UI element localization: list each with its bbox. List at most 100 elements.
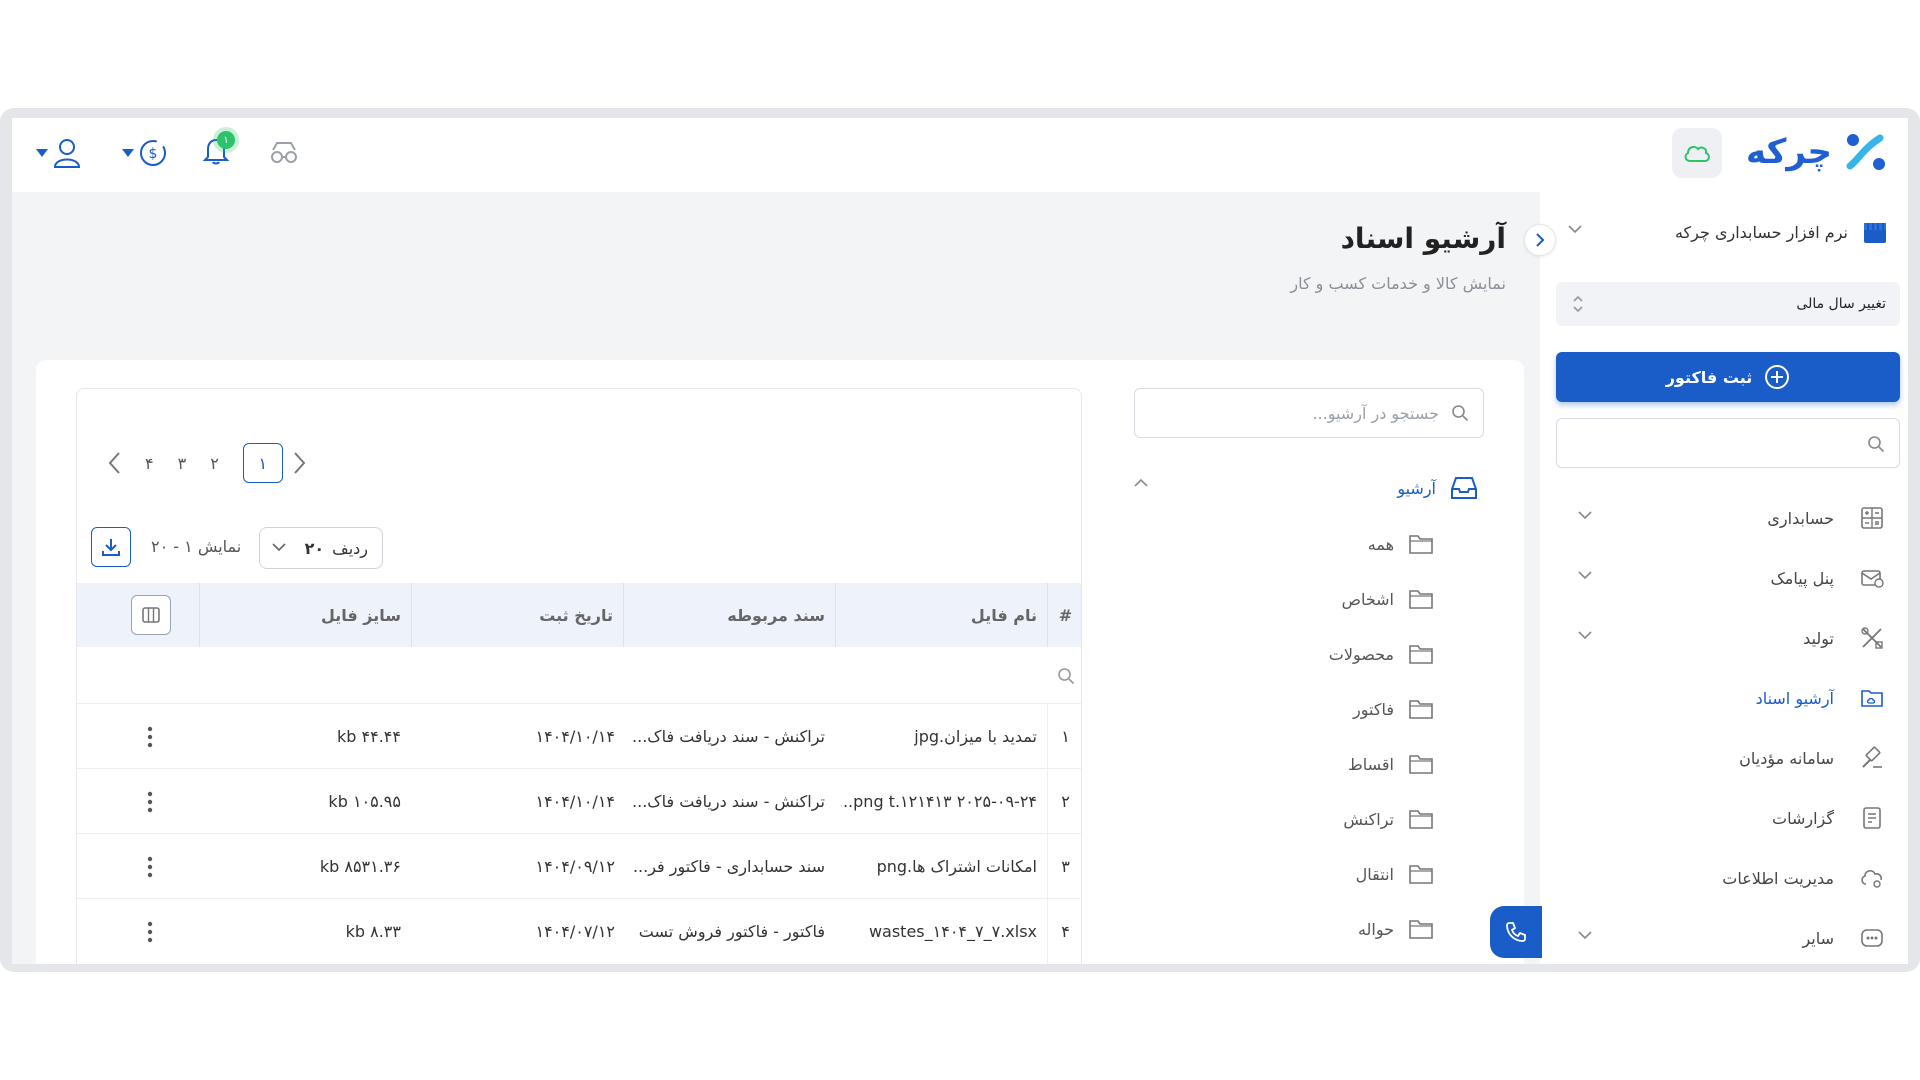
cell-file-name[interactable]: امکانات اشتراک ها.png: [841, 834, 1037, 899]
cell-file-name[interactable]: ۲۰۲۵-۰۹-۲۴ ۱۲۱۴۱۳.png t...: [841, 769, 1037, 834]
sidebar-item-data-management[interactable]: مدیریت اطلاعات: [1556, 848, 1900, 908]
sidebar: نرم افزار حسابداری چرکه تغییر سال مالی ث…: [1524, 192, 1908, 964]
folder-persons[interactable]: اشخاص: [1234, 579, 1434, 619]
header-file-size[interactable]: سایز فایل: [199, 583, 411, 647]
cell-file-size: ۴۴.۴۴ kb: [337, 727, 401, 746]
sidebar-item-label: گزارشات: [1772, 808, 1834, 828]
chevron-right-icon: [1536, 233, 1545, 247]
row-actions-button[interactable]: [145, 899, 155, 964]
folder-label: محصولات: [1328, 644, 1394, 664]
download-button[interactable]: [91, 527, 131, 567]
fiscal-year-label: تغییر سال مالی: [1796, 296, 1886, 312]
top-bar: $ ۱ چرکه: [12, 118, 1908, 192]
page-current[interactable]: ۱: [242, 443, 283, 483]
sidebar-item-production[interactable]: تولید: [1556, 608, 1900, 668]
folder-transfer[interactable]: انتقال: [1234, 854, 1434, 894]
table-row[interactable]: ۱ تمدید با میزان.jpg تراکنش - سند دریافت…: [77, 703, 1081, 769]
gavel-icon: [1862, 746, 1882, 768]
glasses-button[interactable]: [266, 132, 302, 174]
row-actions-button[interactable]: [145, 704, 155, 769]
finance-menu-button[interactable]: $: [120, 132, 170, 174]
folder-cloud-icon: [1861, 690, 1883, 707]
notifications-button[interactable]: ۱: [198, 131, 235, 174]
cell-related-doc: تراکنش - سند دریافت فاک...: [632, 792, 825, 811]
folder-label: حواله: [1357, 919, 1394, 939]
more-box-icon: [1861, 929, 1883, 947]
chevron-down-icon: [1578, 631, 1592, 640]
folder-installments[interactable]: اقساط: [1234, 744, 1434, 784]
cell-date: ۱۴۰۴/۰۷/۱۲: [535, 922, 615, 941]
header-date[interactable]: تاریخ ثبت: [411, 583, 623, 647]
folder-remittance[interactable]: حواله: [1234, 909, 1434, 949]
table-row[interactable]: ۴ wastes_۱۴۰۴_۷_۷.xlsx فاکتور - فاکتور ف…: [77, 898, 1081, 964]
chevron-right-icon[interactable]: [293, 451, 307, 475]
sidebar-item-taxpayer-system[interactable]: سامانه مؤدیان: [1556, 728, 1900, 788]
cloud-sync-button[interactable]: [1672, 128, 1722, 178]
register-invoice-label: ثبت فاکتور: [1665, 367, 1753, 387]
archive-root-node[interactable]: آرشیو: [1134, 468, 1484, 508]
folder-icon: [1409, 590, 1433, 609]
sidebar-item-label: آرشیو اسناد: [1755, 688, 1834, 708]
folder-label: اقساط: [1347, 754, 1394, 774]
folder-all[interactable]: همه: [1234, 524, 1434, 564]
page-3[interactable]: ۳: [178, 454, 187, 473]
folder-icon: [1409, 755, 1433, 774]
sidebar-item-other[interactable]: سایر: [1556, 908, 1900, 964]
folder-transactions[interactable]: تراکنش: [1234, 799, 1434, 839]
sidebar-item-label: سایر: [1802, 928, 1834, 948]
filter-row[interactable]: [77, 647, 1081, 703]
sidebar-collapse-button[interactable]: [1524, 224, 1556, 256]
company-selector[interactable]: نرم افزار حسابداری چرکه: [1558, 212, 1888, 252]
rows-value: ۲۰: [304, 538, 325, 558]
page-4[interactable]: ۴: [145, 454, 154, 473]
search-icon: [1868, 436, 1885, 453]
chevron-up-icon: [1134, 478, 1148, 487]
content-card: جستجو در آرشیو... آرشیو همه اشخاص محصولا…: [36, 360, 1524, 964]
folder-label: فاکتور: [1353, 699, 1394, 719]
rows-per-page-select[interactable]: ردیف ۲۰: [259, 527, 383, 569]
table-row[interactable]: ۳ امکانات اشتراک ها.png سند حسابداری - ف…: [77, 833, 1081, 899]
chevron-down-icon: [36, 149, 48, 157]
archive-search-input[interactable]: جستجو در آرشیو...: [1134, 388, 1484, 438]
logo-text: چرکه: [1745, 132, 1832, 172]
header-file-name[interactable]: نام فایل: [835, 583, 1047, 647]
row-actions-button[interactable]: [145, 834, 155, 899]
rows-label: ردیف: [332, 538, 368, 558]
brand-logo[interactable]: چرکه: [1746, 128, 1888, 176]
sidebar-item-sms-panel[interactable]: پنل پیامک: [1556, 548, 1900, 608]
cell-file-name[interactable]: wastes_۱۴۰۴_۷_۷.xlsx: [841, 899, 1037, 964]
register-invoice-button[interactable]: ثبت فاکتور: [1556, 352, 1900, 402]
pagination: ۴ ۳ ۲ ۱: [107, 443, 307, 483]
chevron-left-icon[interactable]: [107, 451, 121, 475]
glasses-icon: [271, 142, 297, 163]
sidebar-item-accounting[interactable]: حسابداری: [1556, 488, 1900, 548]
chevron-down-icon: [1578, 571, 1592, 580]
sidebar-item-document-archive[interactable]: آرشیو اسناد: [1556, 668, 1900, 728]
notification-badge: ۱: [217, 131, 235, 149]
folder-icon: [1409, 700, 1433, 719]
folder-products[interactable]: محصولات: [1234, 634, 1434, 674]
page-subtitle: نمایش کالا و خدمات کسب و کار: [1290, 274, 1506, 293]
chevron-down-icon: [1568, 225, 1582, 234]
header-related-doc[interactable]: سند مربوطه: [623, 583, 835, 647]
folder-invoice[interactable]: فاکتور: [1234, 689, 1434, 729]
cell-file-size: ۱۰۵.۹۵ kb: [328, 792, 401, 811]
sidebar-search-input[interactable]: [1556, 418, 1900, 468]
columns-icon: [142, 607, 160, 623]
sidebar-item-label: سامانه مؤدیان: [1739, 748, 1834, 768]
page-2[interactable]: ۲: [210, 454, 219, 473]
column-settings-button[interactable]: [131, 595, 171, 635]
cell-file-name[interactable]: تمدید با میزان.jpg: [841, 704, 1037, 769]
sidebar-item-reports[interactable]: گزارشات: [1556, 788, 1900, 848]
row-actions-button[interactable]: [145, 769, 155, 834]
table-row[interactable]: ۲ ۲۰۲۵-۰۹-۲۴ ۱۲۱۴۱۳.png t... تراکنش - سن…: [77, 768, 1081, 834]
chevron-down-icon: [272, 543, 286, 552]
support-call-button[interactable]: [1490, 906, 1542, 958]
cell-related-doc: تراکنش - سند دریافت فاک...: [632, 727, 825, 746]
tools-icon: [1861, 627, 1883, 649]
phone-icon: [1506, 922, 1526, 942]
user-menu-button[interactable]: [34, 132, 84, 174]
fiscal-year-selector[interactable]: تغییر سال مالی: [1556, 282, 1900, 326]
sidebar-item-label: حسابداری: [1767, 508, 1834, 528]
cell-date: ۱۴۰۴/۱۰/۱۴: [535, 727, 615, 746]
